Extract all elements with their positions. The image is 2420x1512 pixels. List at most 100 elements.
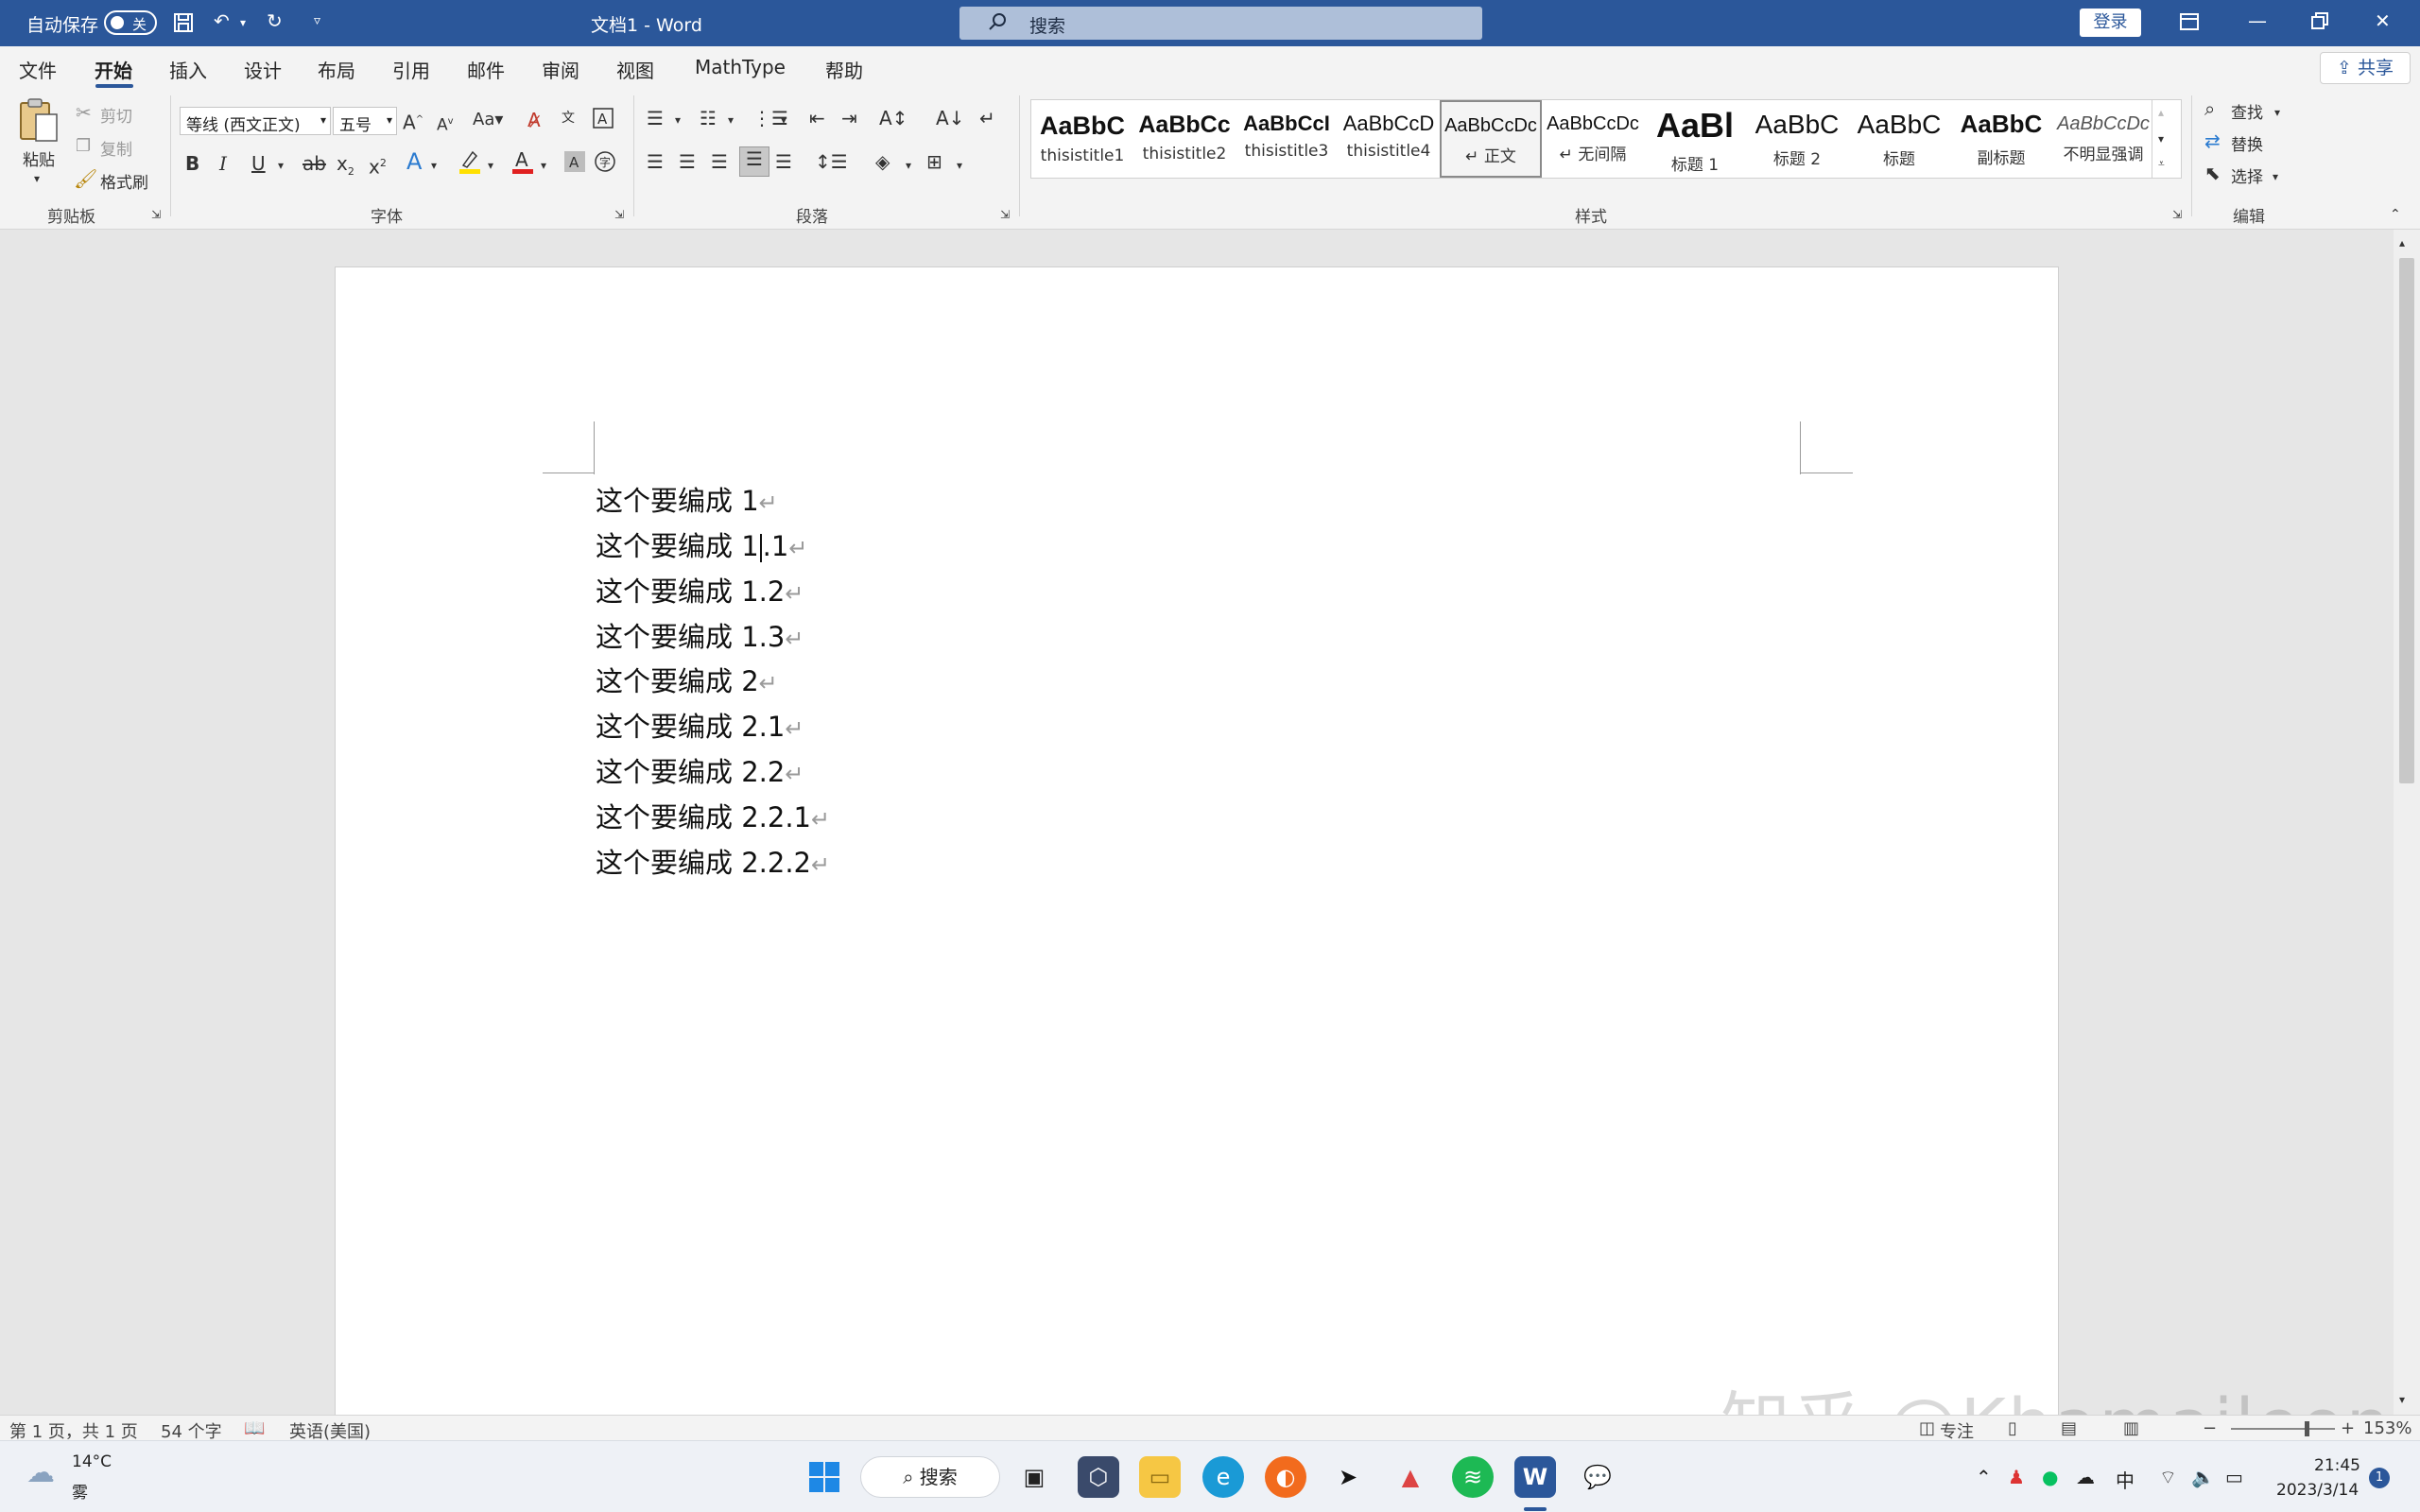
style-thisistitle2[interactable]: AaBbCc thisistitle2 — [1133, 100, 1236, 178]
weather-icon[interactable]: ☁ — [26, 1456, 55, 1489]
change-case-icon[interactable]: Aa▾ — [473, 109, 503, 131]
tab-mailings[interactable]: 邮件 — [467, 56, 505, 83]
borders-dropdown-icon[interactable]: ▾ — [957, 154, 962, 177]
word-icon[interactable]: W — [1514, 1456, 1556, 1498]
bullets-icon[interactable]: ☰ — [647, 107, 664, 129]
style-heading-1[interactable]: AaBl 标题 1 — [1644, 100, 1746, 178]
bullets-dropdown-icon[interactable]: ▾ — [675, 109, 681, 131]
find-button[interactable]: 查找 — [2231, 99, 2263, 123]
maxthon-icon[interactable]: ◐ — [1265, 1456, 1306, 1498]
read-mode-icon[interactable]: ▯ — [2008, 1418, 2017, 1438]
undo-dropdown-icon[interactable]: ▾ — [240, 11, 246, 34]
customize-toolbar-icon[interactable]: ▿ — [314, 9, 320, 32]
chevron-down-icon[interactable]: ▾ — [2158, 128, 2164, 150]
ime-indicator[interactable]: 中 — [2116, 1466, 2135, 1493]
align-right-icon[interactable]: ☰ — [711, 150, 728, 173]
paragraph-line[interactable]: 这个要编成 2.2.1↵ — [596, 796, 830, 835]
shrink-font-icon[interactable]: Av — [437, 111, 454, 137]
font-name-combo[interactable]: 等线 (西文正文) ▾ — [180, 107, 331, 135]
zoom-slider[interactable] — [2231, 1428, 2335, 1430]
redo-icon[interactable]: ↻ — [267, 9, 283, 32]
phonetic-guide-icon[interactable]: 文 — [562, 107, 575, 129]
style-thisistitle1[interactable]: AaBbC thisistitle1 — [1031, 100, 1133, 178]
tab-file[interactable]: 文件 — [19, 56, 57, 83]
task-view-icon[interactable]: ▣ — [1013, 1456, 1055, 1498]
enclose-char-icon[interactable]: 字 — [594, 150, 616, 178]
font-size-combo[interactable]: 五号 ▾ — [333, 107, 397, 135]
multilevel-dropdown-icon[interactable]: ▾ — [781, 109, 786, 131]
text-effects-dropdown-icon[interactable]: ▾ — [431, 154, 437, 177]
tab-mathtype[interactable]: MathType — [695, 56, 786, 78]
more-styles-icon[interactable]: ⩡ — [2158, 152, 2165, 175]
start-windows-icon[interactable] — [804, 1456, 845, 1498]
paragraph-line[interactable]: 这个要编成 2.1↵ — [596, 705, 804, 745]
select-button[interactable]: 选择 — [2231, 163, 2263, 187]
print-layout-icon[interactable]: ▤ — [2061, 1418, 2077, 1438]
borders-icon[interactable]: ⊞ — [926, 150, 942, 173]
tab-references[interactable]: 引用 — [392, 56, 430, 83]
sort-icon[interactable]: A↓ — [936, 107, 964, 129]
style-no-spacing[interactable]: AaBbCcDc ↵ 无间隔 — [1542, 100, 1644, 178]
numbering-icon[interactable]: ☷ — [700, 107, 717, 129]
send-icon[interactable]: ➤ — [1327, 1456, 1369, 1498]
autosave-toggle[interactable]: 关 — [104, 10, 157, 35]
font-color-dropdown-icon[interactable]: ▾ — [541, 154, 546, 177]
justify-icon[interactable]: ☰ — [739, 146, 769, 177]
tab-home[interactable]: 开始 — [95, 56, 132, 83]
find-dropdown-icon[interactable]: ▾ — [2274, 101, 2280, 124]
styles-launcher-icon[interactable]: ⇲ — [2172, 203, 2182, 226]
scroll-thumb[interactable] — [2399, 258, 2414, 783]
matlab-icon[interactable]: ▲ — [1390, 1456, 1431, 1498]
enclose-character-icon[interactable]: A — [592, 107, 614, 134]
scroll-up-icon[interactable]: ▴ — [2399, 232, 2405, 254]
login-button[interactable]: 登录 — [2080, 9, 2141, 37]
minimize-icon[interactable]: — — [2248, 9, 2267, 32]
strikethrough-icon[interactable]: ab — [302, 152, 326, 175]
vertical-scrollbar[interactable]: ▴ ▾ — [2394, 230, 2420, 1415]
format-painter-button[interactable]: 格式刷 — [100, 169, 148, 193]
style-thisistitle3[interactable]: AaBbCcI thisistitle3 — [1236, 100, 1338, 178]
font-launcher-icon[interactable]: ⇲ — [614, 203, 624, 226]
numbering-dropdown-icon[interactable]: ▾ — [728, 109, 734, 131]
clock-time[interactable]: 21:45 — [2314, 1456, 2360, 1475]
shading-icon[interactable]: ◈ — [875, 150, 890, 173]
zoom-in-icon[interactable]: + — [2341, 1418, 2355, 1438]
increase-indent-icon[interactable]: ⇥ — [841, 107, 857, 129]
wifi-icon[interactable]: ⌔ — [2159, 1466, 2177, 1489]
bold-icon[interactable]: B — [185, 152, 199, 175]
style-heading-2[interactable]: AaBbC 标题 2 — [1746, 100, 1848, 178]
align-center-icon[interactable]: ☰ — [679, 150, 696, 173]
cut-button[interactable]: 剪切 — [100, 103, 132, 127]
highlight-icon[interactable] — [458, 148, 482, 180]
font-color-icon[interactable]: A — [510, 148, 535, 180]
tab-design[interactable]: 设计 — [244, 56, 282, 83]
undo-icon[interactable]: ↶ — [214, 9, 230, 32]
zoom-out-icon[interactable]: − — [2203, 1418, 2217, 1438]
chevron-up-icon[interactable]: ⌃ — [1976, 1466, 1992, 1488]
onedrive-icon[interactable]: ☁ — [2076, 1466, 2095, 1488]
paragraph-line[interactable]: 这个要编成 2↵ — [596, 660, 778, 699]
tab-view[interactable]: 视图 — [616, 56, 654, 83]
decrease-indent-icon[interactable]: ⇤ — [809, 107, 825, 129]
paragraph-launcher-icon[interactable]: ⇲ — [1000, 203, 1010, 226]
wechat-tray-icon[interactable]: ● — [2042, 1466, 2058, 1488]
collapse-ribbon-icon[interactable]: ⌃ — [2390, 203, 2401, 226]
battery-icon[interactable]: ▭ — [2225, 1466, 2243, 1488]
restore-icon[interactable] — [2310, 11, 2329, 35]
edge-icon[interactable]: e — [1202, 1456, 1244, 1498]
web-layout-icon[interactable]: ▥ — [2123, 1418, 2139, 1438]
style-normal[interactable]: AaBbCcDc ↵ 正文 — [1440, 100, 1542, 178]
underline-icon[interactable]: U — [251, 152, 266, 175]
style-thisistitle4[interactable]: AaBbCcD thisistitle4 — [1338, 100, 1440, 178]
save-icon[interactable] — [172, 11, 195, 39]
chinese-layout-icon[interactable]: A↕ — [879, 107, 908, 129]
virtualbox-icon[interactable]: ⬡ — [1078, 1456, 1119, 1498]
tab-help[interactable]: 帮助 — [825, 56, 863, 83]
zoom-slider-handle[interactable] — [2305, 1421, 2309, 1436]
paragraph-line[interactable]: 这个要编成 1.2↵ — [596, 570, 804, 610]
focus-icon[interactable]: ◫ — [1919, 1418, 1935, 1438]
volume-icon[interactable]: 🔈 — [2191, 1466, 2215, 1488]
style-title[interactable]: AaBbC 标题 — [1848, 100, 1950, 178]
superscript-icon[interactable]: x2 — [369, 152, 387, 179]
select-dropdown-icon[interactable]: ▾ — [2273, 165, 2278, 188]
